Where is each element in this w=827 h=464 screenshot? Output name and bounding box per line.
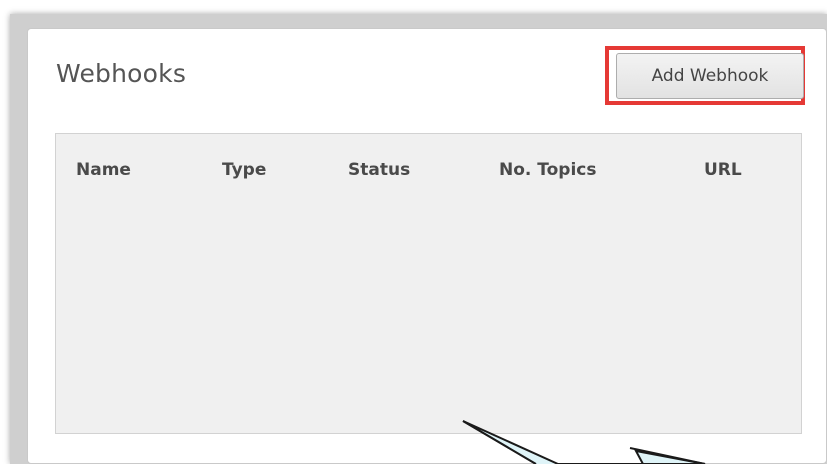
table-header-row: Name Type Status No. Topics URL	[56, 160, 801, 184]
webhooks-table: Name Type Status No. Topics URL	[55, 133, 802, 434]
column-header-status[interactable]: Status	[348, 160, 410, 180]
column-header-type[interactable]: Type	[222, 160, 266, 180]
add-webhook-button[interactable]: Add Webhook	[616, 53, 804, 99]
column-header-name[interactable]: Name	[76, 160, 131, 180]
screenshot-stage: Webhooks Add Webhook Name Type Status No…	[0, 0, 827, 464]
column-header-url[interactable]: URL	[704, 160, 742, 180]
column-header-topics[interactable]: No. Topics	[499, 160, 597, 180]
webhooks-panel: Webhooks Add Webhook Name Type Status No…	[27, 28, 827, 464]
page-title: Webhooks	[56, 59, 187, 88]
